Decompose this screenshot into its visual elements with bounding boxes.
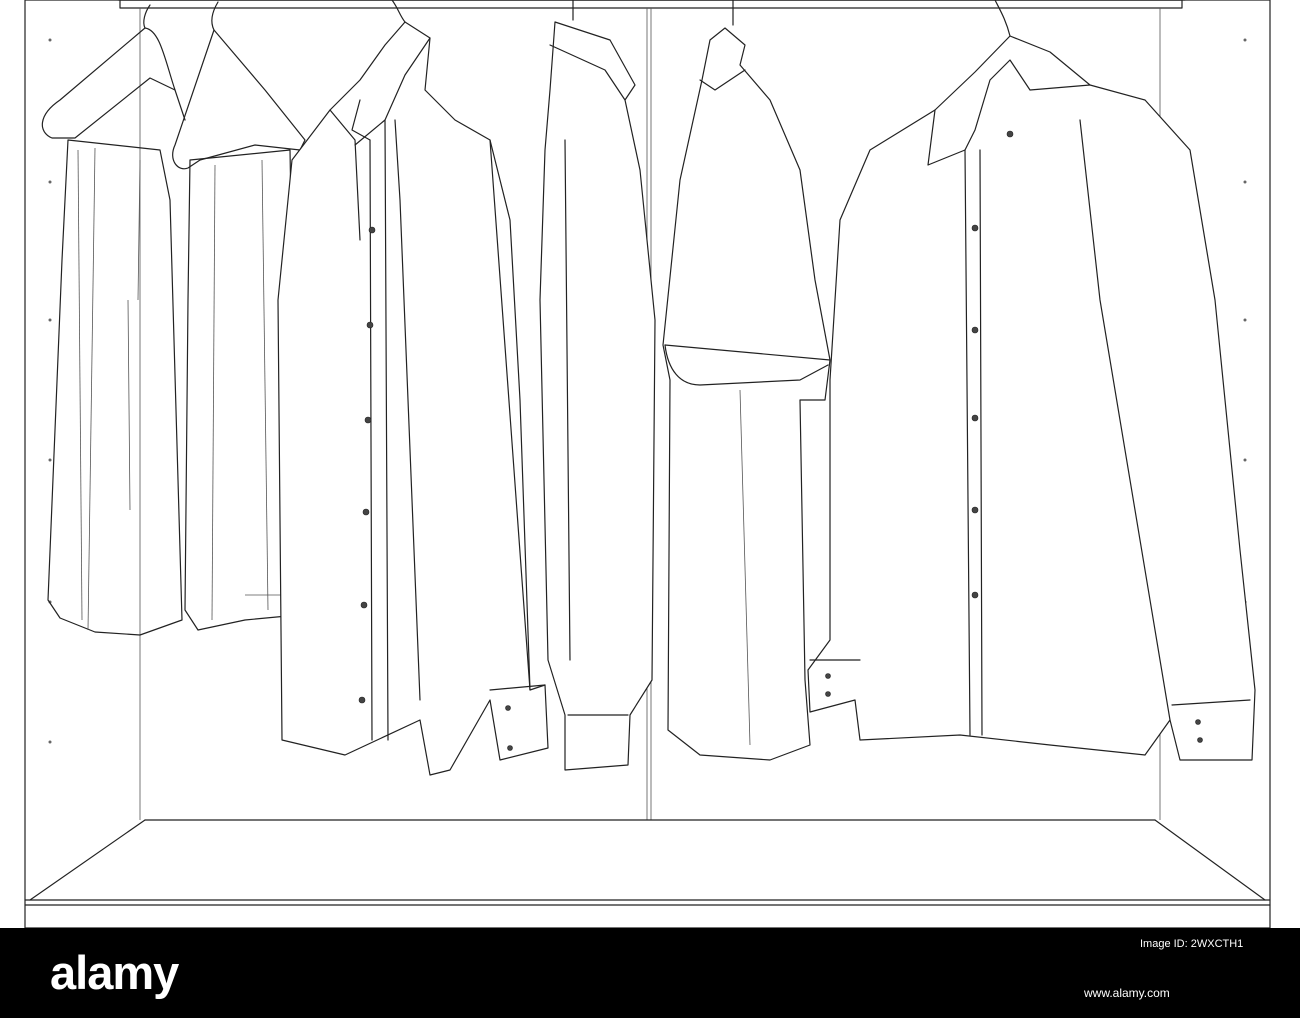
hanger-1 [41,4,186,139]
shirt-folded-1 [47,139,183,636]
brand-logo: alamy [50,946,179,999]
shirt-3 [277,21,549,776]
hanger-3 [391,0,406,23]
site-url: www.alamy.com [1084,986,1170,1000]
watermark-bar: alamy Image ID: 2WXCTH1 www.alamy.com [0,928,1300,1018]
wardrobe-illustration [24,0,1271,928]
shirt-5 [662,27,831,761]
image-id-label: Image ID: 2WXCTH1 [1140,938,1244,950]
shirt-6 [807,35,1256,761]
hanger-2 [172,1,306,170]
hanger-6 [994,0,1011,37]
shirt-4 [539,21,656,771]
